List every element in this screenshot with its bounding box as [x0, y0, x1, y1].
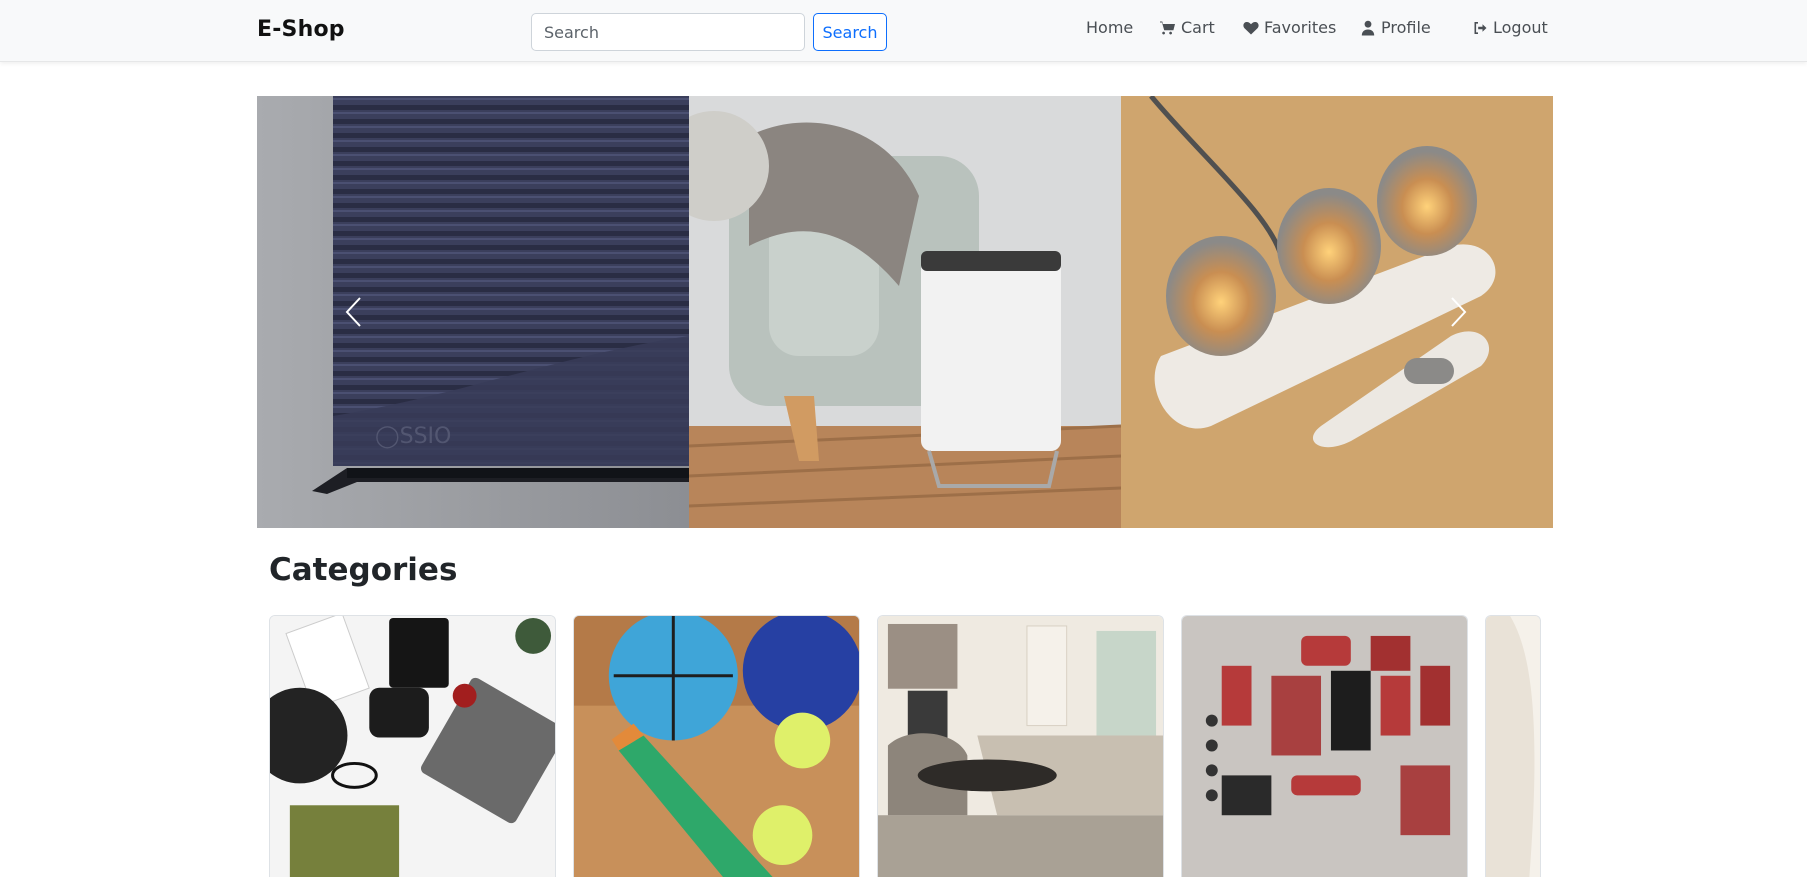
categories-title: Categories — [269, 552, 458, 588]
nav-profile-link[interactable]: Profile — [1360, 18, 1431, 37]
air-purifier-sofa-image — [689, 96, 1121, 528]
user-icon — [1361, 20, 1375, 35]
search-button[interactable]: Search — [813, 13, 887, 51]
nav-favorites-link[interactable]: Favorites — [1243, 18, 1336, 37]
nav-home-link[interactable]: Home — [1086, 18, 1133, 37]
sign-out-icon — [1474, 21, 1487, 34]
nav-cart-link[interactable]: Cart — [1160, 18, 1215, 37]
fashion-image — [1486, 616, 1540, 877]
nav-favorites-label: Favorites — [1264, 18, 1337, 37]
space-heater-image: ◯SSIO — [257, 96, 689, 528]
car-parts-image — [1182, 616, 1467, 877]
svg-text:◯SSIO: ◯SSIO — [375, 424, 451, 449]
chevron-left-icon — [345, 297, 361, 327]
candle-lamps-image — [1121, 96, 1553, 528]
category-card-sports[interactable] — [573, 615, 860, 877]
carousel-next-button[interactable] — [1437, 292, 1477, 332]
search-input[interactable] — [531, 13, 805, 51]
category-card-home[interactable] — [877, 615, 1164, 877]
electronics-flatlay-image — [270, 616, 555, 877]
nav-logout-link[interactable]: Logout — [1472, 18, 1548, 37]
category-card-electronics[interactable] — [269, 615, 556, 877]
nav-cart-label: Cart — [1181, 18, 1215, 37]
chevron-right-icon — [1451, 297, 1467, 327]
nav-home-label: Home — [1086, 18, 1134, 37]
sports-balls-image — [574, 616, 859, 877]
navbar: E-Shop Search Home Cart Favorites Profil… — [0, 0, 1807, 62]
nav-profile-label: Profile — [1381, 18, 1431, 37]
category-card-fashion[interactable] — [1485, 615, 1541, 877]
hero-carousel[interactable]: ◯SSIO — [257, 96, 1553, 528]
category-card-automotive[interactable] — [1181, 615, 1468, 877]
heart-icon — [1243, 21, 1259, 34]
cart-icon — [1160, 21, 1175, 34]
nav-logout-label: Logout — [1493, 18, 1548, 37]
carousel-prev-button[interactable] — [335, 292, 375, 332]
living-room-image — [878, 616, 1163, 877]
brand-logo[interactable]: E-Shop — [257, 17, 345, 42]
